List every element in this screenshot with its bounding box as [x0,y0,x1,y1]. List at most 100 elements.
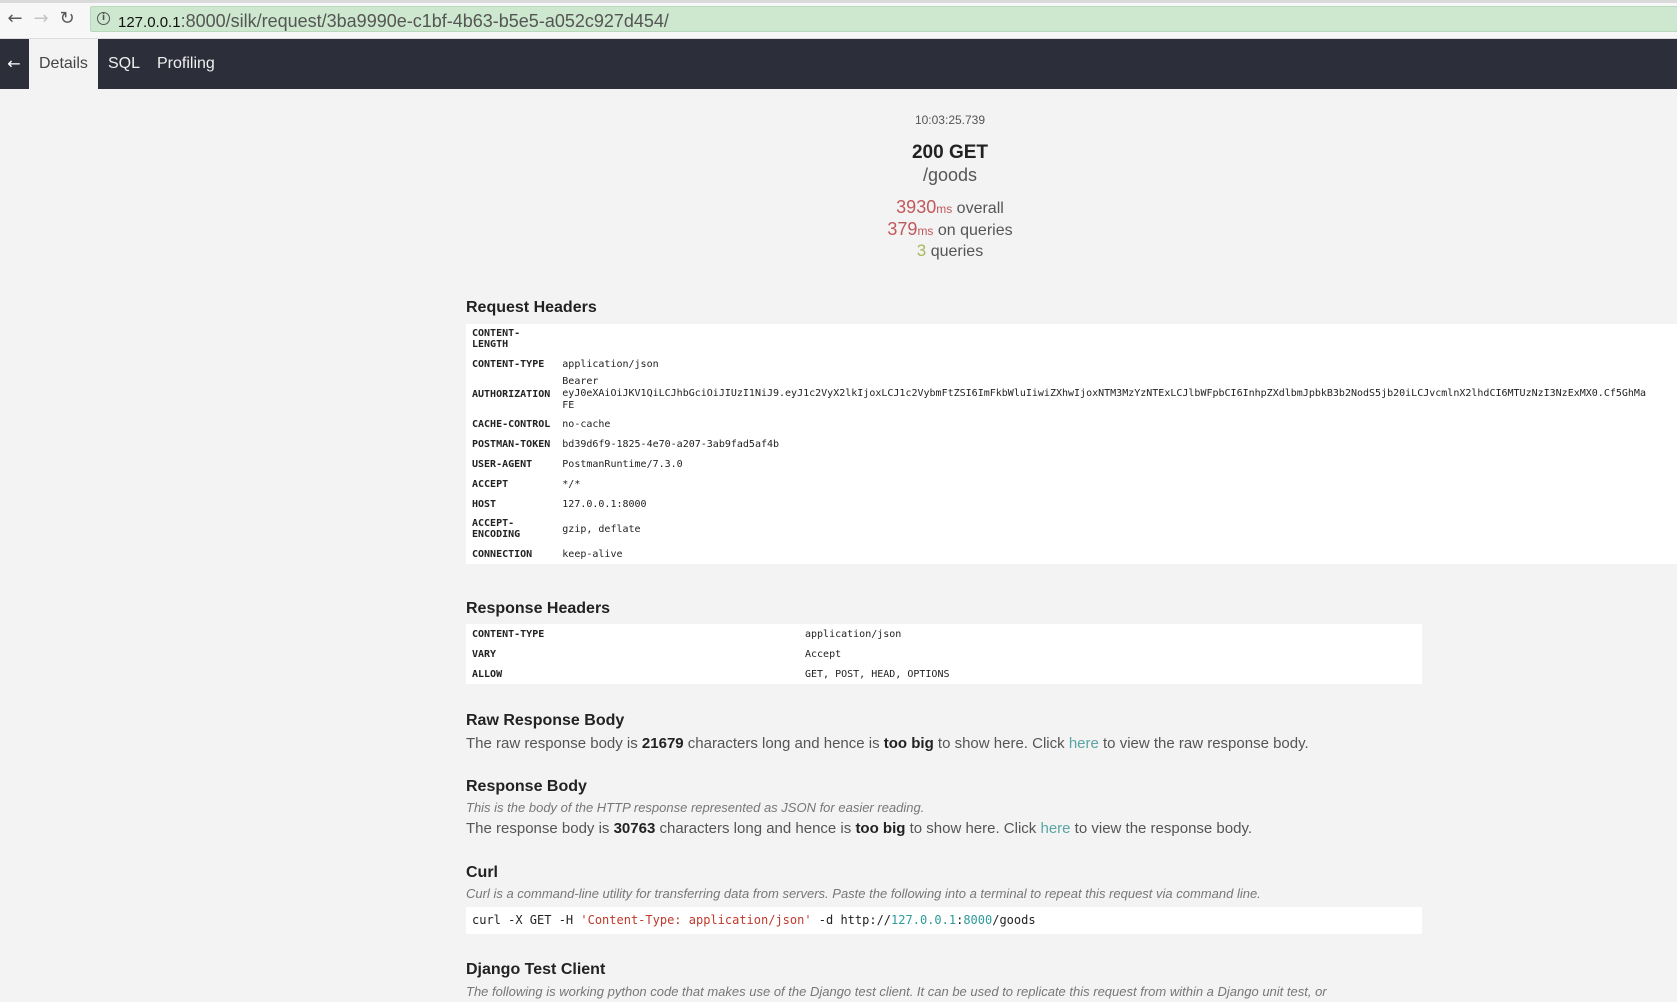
back-arrow-icon[interactable]: ← [5,9,25,29]
response-header-value: GET, POST, HEAD, OPTIONS [805,668,950,680]
response-headers-title: Response Headers [466,600,611,617]
request-header-value: Bearer eyJ0eXAiOiJKV1QiLCJhbGciOiJIUzI1Ni… [562,376,1646,411]
request-header-value: PostmanRuntime/7.3.0 [562,458,683,470]
request-header-value: gzip, deflate [562,523,641,535]
overall-time: 3930ms overall [0,197,1677,218]
request-header-key: CACHE-CONTROL [472,418,551,430]
response-header-key: CONTENT-TYPE [472,628,545,640]
raw-body-text-3: to show here. Click [933,735,1069,752]
response-header-row: CONTENT-TYPE application/json [466,624,1422,644]
request-header-row: CONNECTION keep-alive [466,544,1677,564]
request-header-row: AUTHORIZATION Bearer eyJ0eXAiOiJKV1QiLCJhb… [466,374,1677,414]
raw-body-text-2: characters long and hence is [683,735,884,752]
curl-command[interactable]: curl -X GET -H 'Content-Type: applicatio… [466,907,1422,934]
curl-cmd-header: 'Content-Type: application/json' [580,913,812,927]
response-header-key: ALLOW [472,668,503,680]
queries-time-label: on queries [937,222,1013,239]
response-header-key: VARY [472,648,497,660]
site-info-icon[interactable]: i [97,12,110,25]
overall-time-unit: ms [936,202,953,216]
curl-title: Curl [466,864,498,881]
silk-navbar: ← Details SQL Profiling [0,39,1677,89]
forward-arrow-icon[interactable]: → [31,9,51,29]
django-client-desc: The following is working python code tha… [466,984,1327,999]
request-header-row: CONTENT-TYPE application/json [466,354,1677,374]
request-header-value: application/json [562,358,659,370]
raw-body-text-4: to view the raw response body. [1098,735,1309,752]
tab-sql[interactable]: SQL [98,39,150,89]
request-header-value: */* [562,478,581,490]
raw-body-too-big: too big [883,735,934,752]
response-headers-table: CONTENT-TYPE application/json VARY Accept AL… [466,624,1422,684]
request-header-key: AUTHORIZATION [472,388,551,400]
request-header-row: HOST 127.0.0.1:8000 [466,494,1677,514]
raw-body-text-1: The raw response body is [466,735,642,752]
response-body-desc: This is the body of the HTTP response re… [466,800,925,815]
query-count-value: 3 [916,241,927,260]
curl-desc: Curl is a command-line utility for trans… [466,886,1261,901]
raw-body-title: Raw Response Body [466,712,625,729]
request-header-key: POSTMAN-TOKEN [472,438,551,450]
request-header-key: CONNECTION [472,548,533,560]
request-header-key: CONTENT-TYPE [472,358,545,370]
response-header-value: Accept [805,648,842,660]
status-method: 200 GET [911,142,989,163]
request-header-row: USER-AGENT PostmanRuntime/7.3.0 [466,454,1677,474]
request-header-key: ACCEPT- ENCODING [472,518,521,540]
reload-icon[interactable]: ↻ [57,9,77,29]
request-path: /goods [922,165,978,185]
request-header-key: USER-AGENT [472,458,533,470]
response-body-length: 30763 [613,820,656,837]
url-path: :8000/silk/request/3ba9990e-c1bf-4b63-b5… [180,11,669,31]
request-header-key: CONTENT- LENGTH [472,328,521,350]
raw-body-link[interactable]: here [1069,735,1099,752]
response-body-link[interactable]: here [1040,820,1070,837]
request-header-value: 127.0.0.1:8000 [562,498,647,510]
curl-cmd-1: curl -X GET -H [472,913,581,927]
tab-profiling[interactable]: Profiling [147,39,225,89]
request-header-row: CONTENT- LENGTH [466,324,1677,354]
tab-details[interactable]: Details [29,39,98,89]
response-body-text: The response body is 30763 characters lo… [466,820,1252,837]
curl-cmd-path: /goods [992,913,1036,927]
url-text[interactable]: 127.0.0.1:8000/silk/request/3ba9990e-c1b… [118,11,669,32]
request-header-row: POSTMAN-TOKEN bd39d6f9-1825-4e70-a207-3ab… [466,434,1677,454]
address-bar[interactable]: i 127.0.0.1:8000/silk/request/3ba9990e-c… [90,6,1677,32]
request-header-value [556,324,1677,354]
curl-cmd-port: 8000 [963,913,993,927]
queries-time: 379ms on queries [0,219,1677,240]
query-count: 3 queries [0,241,1677,261]
request-header-key: ACCEPT [472,478,509,490]
curl-cmd-2: -d http:// [811,913,892,927]
back-link-icon[interactable]: ← [0,39,28,89]
response-body-too-big: too big [855,820,906,837]
request-headers-table: CONTENT- LENGTH CONTENT-TYPE application/js… [466,324,1677,564]
query-count-label: queries [930,243,984,260]
tab-strip [0,0,1677,3]
url-host: 127.0.0.1 [118,14,181,31]
request-header-row: ACCEPT */* [466,474,1677,494]
queries-time-unit: ms [917,224,934,238]
request-timestamp: 10:03:25.739 [914,113,986,127]
raw-body-text: The raw response body is 21679 character… [466,735,1309,752]
response-header-value: application/json [805,628,902,640]
request-header-key: HOST [472,498,497,510]
response-body-title: Response Body [466,778,587,795]
response-header-row: ALLOW GET, POST, HEAD, OPTIONS [466,664,1422,684]
request-header-row: CACHE-CONTROL no-cache [466,414,1677,434]
overall-time-value: 3930 [896,197,937,217]
request-header-value: no-cache [562,418,611,430]
browser-toolbar: ← → ↻ i 127.0.0.1:8000/silk/request/3ba9… [0,0,1677,39]
response-body-text-2: characters long and hence is [655,820,856,837]
response-body-text-1: The response body is [466,820,614,837]
response-header-row: VARY Accept [466,644,1422,664]
request-header-row: ACCEPT- ENCODING gzip, deflate [466,514,1677,544]
raw-body-length: 21679 [641,735,684,752]
request-headers-title: Request Headers [466,299,597,316]
curl-cmd-host: 127.0.0.1 [891,913,957,927]
response-body-text-3: to show here. Click [905,820,1041,837]
overall-time-label: overall [956,200,1004,217]
request-header-value: keep-alive [562,548,623,560]
response-body-text-4: to view the response body. [1070,820,1253,837]
request-header-value: bd39d6f9-1825-4e70-a207-3ab9fad5af4b [562,438,780,450]
